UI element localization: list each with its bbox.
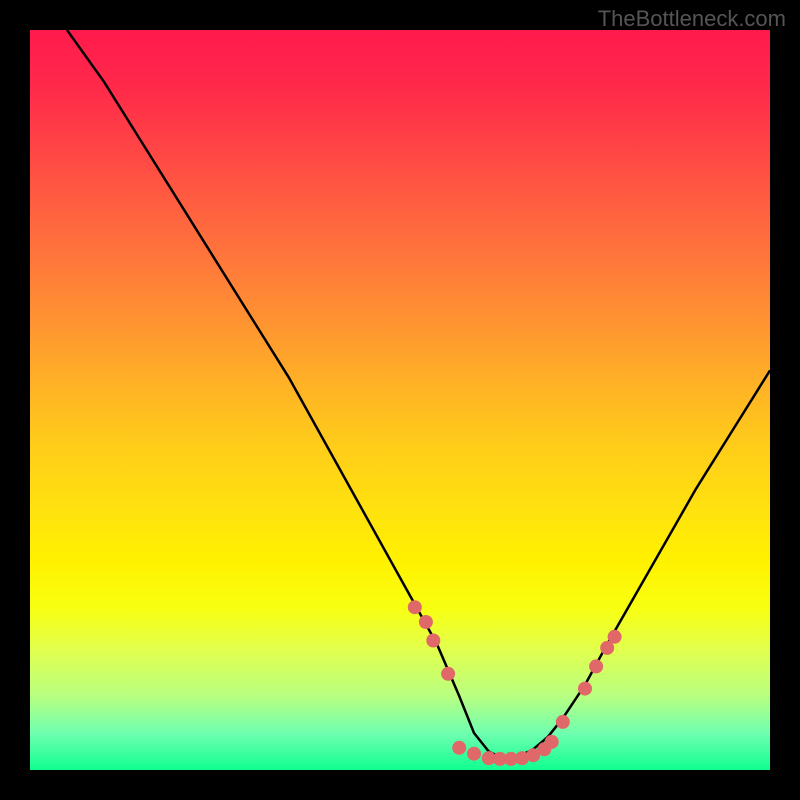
data-point — [419, 615, 433, 629]
data-point — [556, 715, 570, 729]
data-point — [426, 634, 440, 648]
data-point — [578, 682, 592, 696]
data-point — [408, 600, 422, 614]
data-point — [545, 735, 559, 749]
data-point — [441, 667, 455, 681]
data-point — [452, 741, 466, 755]
data-point — [589, 659, 603, 673]
watermark-text: TheBottleneck.com — [598, 6, 786, 32]
curve-left-branch — [67, 30, 504, 759]
chart-plot-area — [30, 30, 770, 770]
data-point — [608, 630, 622, 644]
data-point — [467, 747, 481, 761]
data-points-group — [408, 600, 622, 766]
curve-right-branch — [504, 370, 770, 759]
chart-svg — [30, 30, 770, 770]
